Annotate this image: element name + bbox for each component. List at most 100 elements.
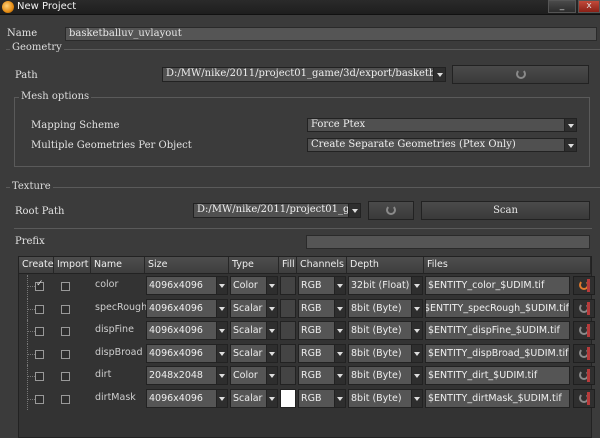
depth-select[interactable]: 8bit (Byte) (348, 366, 423, 385)
header-size[interactable]: Size (145, 257, 229, 274)
header-files[interactable]: Files (424, 257, 591, 274)
path-label: Path (15, 70, 38, 81)
channels-table: Create Import Name Size Type Fill Channe… (18, 256, 595, 438)
size-select[interactable]: 4096x4096 (146, 276, 228, 295)
geometry-group-line (6, 49, 600, 50)
channels-select[interactable]: RGB (298, 366, 346, 385)
depth-value: 8bit (Byte) (351, 392, 402, 404)
fill-color-swatch[interactable] (280, 366, 296, 385)
files-input[interactable]: ‎$ENTITY_dispBroad_$UDIM.tif‎ (425, 343, 570, 363)
mapping-scheme-select[interactable]: Force Ptex (307, 118, 577, 132)
header-name[interactable]: Name (91, 257, 145, 274)
size-select[interactable]: 4096x4096 (146, 321, 228, 340)
header-channels[interactable]: Channels (297, 257, 347, 274)
channels-select[interactable]: RGB (298, 343, 346, 363)
header-depth[interactable]: Depth (347, 257, 424, 274)
prefix-label: Prefix (15, 236, 45, 247)
chevron-down-icon (411, 322, 422, 339)
mapping-scheme-value: Force Ptex (311, 119, 366, 130)
fill-color-swatch[interactable] (280, 276, 296, 295)
close-button[interactable]: x (578, 0, 600, 13)
browse-file-button[interactable] (573, 298, 595, 318)
type-select[interactable]: Scalar (230, 321, 278, 340)
chevron-down-icon (216, 389, 227, 407)
browse-file-button[interactable] (573, 276, 595, 295)
fill-color-swatch[interactable] (280, 321, 296, 340)
type-select[interactable]: Color (230, 366, 278, 385)
scan-button[interactable]: Scan (421, 201, 590, 220)
import-checkbox[interactable] (61, 304, 70, 314)
fill-color-swatch[interactable] (280, 343, 296, 363)
name-input[interactable]: basketballuv_uvlayout (65, 27, 597, 41)
chevron-down-icon (334, 389, 345, 407)
mapping-scheme-label: Mapping Scheme (31, 120, 120, 131)
channels-select[interactable]: RGB (298, 276, 346, 295)
channels-select[interactable]: RGB (298, 298, 346, 318)
chevron-down-icon (266, 389, 277, 407)
header-import[interactable]: Import (54, 257, 91, 274)
chevron-down-icon (411, 277, 422, 294)
create-checkbox[interactable] (35, 304, 44, 314)
channels-select[interactable]: RGB (298, 321, 346, 340)
multiple-geometries-select[interactable]: Create Separate Geometries (Ptex Only) (307, 138, 577, 152)
create-checkbox[interactable] (35, 349, 44, 359)
import-checkbox[interactable] (61, 282, 70, 291)
create-checkbox[interactable] (35, 372, 44, 381)
files-input[interactable]: ‎$ENTITY_dirtMask_$UDIM.tif‎ (425, 388, 570, 408)
browse-root-path-button[interactable] (368, 201, 414, 220)
import-checkbox[interactable] (61, 394, 70, 404)
browse-file-button[interactable] (573, 388, 595, 408)
files-input[interactable]: ‎$ENTITY_dirt_$UDIM.tif‎ (425, 366, 570, 385)
type-select[interactable]: Color (230, 276, 278, 295)
path-select[interactable]: D:/MW/nike/2011/project01_game/3d/export… (162, 67, 446, 82)
browse-file-button[interactable] (573, 366, 595, 385)
depth-select[interactable]: 8bit (Byte) (348, 298, 423, 318)
files-input[interactable]: ‎$ENTITY_color_$UDIM.tif‎ (425, 276, 570, 295)
browse-file-button[interactable] (573, 343, 595, 363)
type-select[interactable]: Scalar (230, 388, 278, 408)
import-checkbox[interactable] (61, 349, 70, 359)
create-checkbox[interactable] (35, 394, 44, 404)
header-fill[interactable]: Fill (279, 257, 297, 274)
chevron-down-icon (564, 139, 576, 151)
depth-select[interactable]: 32bit (Float) (348, 276, 423, 295)
type-select[interactable]: Scalar (230, 343, 278, 363)
fill-color-swatch[interactable] (280, 298, 296, 318)
minimize-button[interactable]: _ (548, 0, 576, 13)
chevron-down-icon (216, 322, 227, 339)
table-row: dispFine 4096x4096 Scalar RGB 8bit (Byte) ‎$E… (19, 320, 595, 342)
chevron-down-icon (564, 119, 576, 131)
create-checkbox[interactable] (35, 327, 44, 336)
size-select[interactable]: 4096x4096 (146, 388, 228, 408)
type-value: Scalar (233, 392, 263, 404)
size-value: 4096x4096 (149, 302, 203, 314)
create-checkbox[interactable] (35, 279, 44, 291)
header-type[interactable]: Type (229, 257, 279, 274)
size-select[interactable]: 4096x4096 (146, 343, 228, 363)
header-create[interactable]: Create (19, 257, 54, 274)
files-input[interactable]: ‎$ENTITY_specRough_$UDIM.tif‎ (425, 298, 570, 318)
import-checkbox[interactable] (61, 372, 70, 381)
root-path-select[interactable]: D:/MW/nike/2011/project01_game/mari (193, 203, 361, 218)
type-select[interactable]: Scalar (230, 298, 278, 318)
browse-geometry-button[interactable] (452, 65, 589, 84)
remove-marker (587, 369, 590, 382)
size-select[interactable]: 4096x4096 (146, 298, 228, 318)
depth-select[interactable]: 8bit (Byte) (348, 343, 423, 363)
chevron-down-icon (411, 344, 422, 362)
channels-select[interactable]: RGB (298, 388, 346, 408)
depth-select[interactable]: 8bit (Byte) (348, 321, 423, 340)
remove-marker (587, 324, 590, 337)
name-label: Name (7, 28, 38, 39)
depth-select[interactable]: 8bit (Byte) (348, 388, 423, 408)
texture-separator (14, 228, 592, 229)
fill-color-swatch[interactable] (280, 388, 296, 408)
depth-value: 8bit (Byte) (351, 325, 402, 336)
files-input[interactable]: ‎$ENTITY_dispFine_$UDIM.tif‎ (425, 321, 570, 340)
chevron-down-icon (266, 277, 277, 294)
import-checkbox[interactable] (61, 327, 70, 336)
size-select[interactable]: 2048x2048 (146, 366, 228, 385)
prefix-input[interactable] (306, 235, 590, 249)
tree-branch (27, 308, 35, 310)
browse-file-button[interactable] (573, 321, 595, 340)
